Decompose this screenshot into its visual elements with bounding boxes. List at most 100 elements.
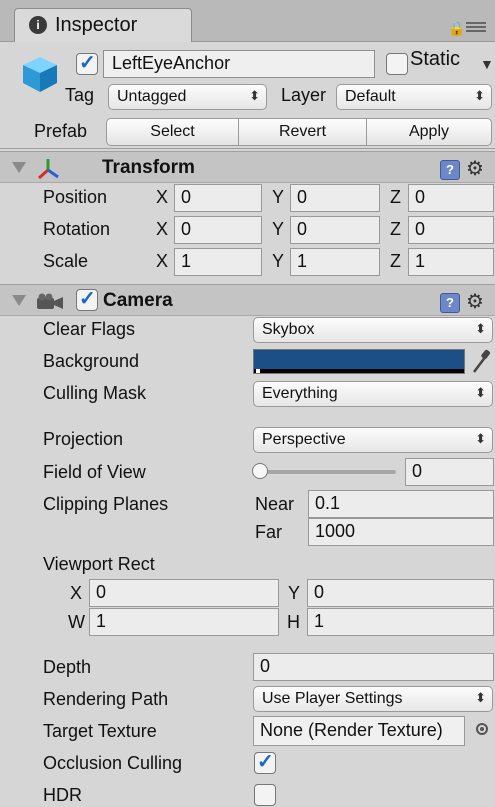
rotation-x-field[interactable]: 0 — [174, 216, 262, 244]
scale-y-field[interactable]: 1 — [290, 248, 380, 276]
scale-label: Scale — [43, 251, 89, 271]
rotation-y-field[interactable]: 0 — [290, 216, 380, 244]
axis-z-label: Z — [390, 187, 401, 207]
static-dropdown-icon[interactable]: ▼ — [480, 56, 494, 72]
prefab-revert-button[interactable]: Revert — [238, 118, 367, 146]
transform-header[interactable]: Transform ? ⚙ — [0, 151, 495, 183]
transform-title: Transform — [102, 157, 195, 178]
help-icon[interactable]: ? — [440, 160, 460, 180]
tag-dropdown[interactable]: Untagged ⬍ — [108, 84, 267, 110]
rendering-path-value: Use Player Settings — [262, 690, 403, 707]
viewport-h-label: H — [287, 612, 300, 632]
scale-x-field[interactable]: 1 — [174, 248, 262, 276]
viewport-w-field[interactable]: 1 — [89, 608, 279, 636]
scale-z-field[interactable]: 1 — [408, 248, 494, 276]
viewport-h-field[interactable]: 1 — [307, 608, 494, 636]
prefab-label: Prefab — [34, 121, 88, 141]
camera-title: Camera — [103, 290, 173, 311]
viewport-y-label: Y — [288, 583, 301, 603]
clipping-planes-label: Clipping Planes — [43, 494, 169, 514]
viewport-x-label: X — [70, 583, 83, 603]
gear-icon[interactable]: ⚙ — [466, 289, 484, 314]
axis-y-label: Y — [272, 251, 285, 271]
rotation-z-field[interactable]: 0 — [408, 216, 494, 244]
hdr-checkbox[interactable] — [254, 784, 276, 806]
fov-slider-handle[interactable] — [252, 463, 268, 479]
camera-enabled-checkbox[interactable] — [76, 286, 98, 311]
tab-bar: i Inspector 🔒 — [0, 0, 495, 42]
updown-icon: ⬍ — [475, 321, 486, 336]
static-label: Static — [410, 48, 461, 70]
background-label: Background — [43, 351, 140, 371]
tab-inspector[interactable]: i Inspector — [14, 8, 192, 42]
camera-icon — [37, 293, 63, 309]
viewport-y-field[interactable]: 0 — [307, 579, 494, 607]
layer-value: Default — [345, 88, 396, 105]
tag-value: Untagged — [117, 88, 187, 105]
axis-y-label: Y — [272, 187, 285, 207]
updown-icon: ⬍ — [475, 431, 486, 446]
clear-flags-label: Clear Flags — [43, 319, 136, 339]
axis-y-label: Y — [272, 219, 285, 239]
static-checkbox[interactable] — [386, 53, 408, 75]
object-name-field[interactable]: LeftEyeAnchor — [103, 50, 375, 78]
projection-dropdown[interactable]: Perspective ⬍ — [253, 427, 493, 453]
updown-icon: ⬍ — [474, 88, 485, 103]
position-x-field[interactable]: 0 — [174, 184, 262, 212]
clear-flags-value: Skybox — [262, 321, 315, 338]
position-y-field[interactable]: 0 — [290, 184, 380, 212]
occlusion-culling-checkbox[interactable] — [254, 749, 276, 774]
culling-mask-dropdown[interactable]: Everything ⬍ — [253, 381, 493, 407]
background-color-field[interactable] — [253, 349, 465, 374]
near-field[interactable]: 0.1 — [308, 490, 494, 518]
active-checkbox[interactable] — [76, 50, 98, 75]
target-texture-field[interactable]: None (Render Texture) — [253, 716, 465, 746]
depth-field[interactable]: 0 — [253, 653, 494, 681]
far-label: Far — [255, 522, 282, 542]
gameobject-header: LeftEyeAnchor Static ▼ Tag Untagged ⬍ La… — [0, 42, 495, 149]
rotation-label: Rotation — [43, 219, 111, 239]
depth-label: Depth — [43, 657, 92, 677]
updown-icon: ⬍ — [475, 690, 486, 705]
viewport-x-field[interactable]: 0 — [89, 579, 279, 607]
field-of-view-label: Field of View — [43, 462, 146, 482]
hdr-label: HDR — [43, 785, 82, 805]
prefab-apply-button[interactable]: Apply — [366, 118, 492, 146]
fov-value-field[interactable]: 0 — [405, 458, 494, 486]
eyedropper-icon[interactable] — [470, 348, 492, 376]
help-icon[interactable]: ? — [440, 293, 460, 313]
menu-icon[interactable] — [466, 22, 486, 32]
viewport-rect-label: Viewport Rect — [43, 554, 155, 574]
near-label: Near — [255, 494, 295, 514]
layer-dropdown[interactable]: Default ⬍ — [336, 84, 492, 110]
axis-x-label: X — [156, 187, 169, 207]
info-circle-icon: i — [29, 16, 47, 34]
position-z-field[interactable]: 0 — [408, 184, 494, 212]
projection-label: Projection — [43, 429, 124, 449]
axis-x-label: X — [156, 219, 169, 239]
axis-z-label: Z — [390, 219, 401, 239]
inspector-window: i Inspector 🔒 LeftEyeAnchor Static ▼ Tag… — [0, 0, 495, 807]
layer-label: Layer — [281, 85, 327, 105]
axis-x-label: X — [156, 251, 169, 271]
far-field[interactable]: 1000 — [308, 518, 494, 546]
clear-flags-dropdown[interactable]: Skybox ⬍ — [253, 317, 493, 343]
fov-slider-track[interactable] — [258, 470, 396, 474]
foldout-arrow-icon[interactable] — [12, 295, 26, 306]
updown-icon: ⬍ — [475, 385, 486, 400]
position-label: Position — [43, 187, 108, 207]
occlusion-culling-label: Occlusion Culling — [43, 753, 183, 773]
viewport-w-label: W — [68, 612, 85, 632]
prefab-select-button[interactable]: Select — [106, 118, 239, 146]
lock-icon[interactable]: 🔒 — [448, 20, 465, 37]
foldout-arrow-icon[interactable] — [12, 162, 26, 173]
transform-axes-icon — [38, 159, 59, 180]
target-texture-label: Target Texture — [43, 721, 157, 741]
object-picker-icon[interactable] — [476, 723, 488, 735]
rendering-path-dropdown[interactable]: Use Player Settings ⬍ — [253, 686, 493, 712]
gear-icon[interactable]: ⚙ — [466, 156, 484, 181]
tab-inspector-label: Inspector — [55, 14, 138, 36]
rendering-path-label: Rendering Path — [43, 689, 169, 709]
camera-header[interactable]: Camera ? ⚙ — [0, 284, 495, 316]
culling-mask-label: Culling Mask — [43, 383, 147, 403]
